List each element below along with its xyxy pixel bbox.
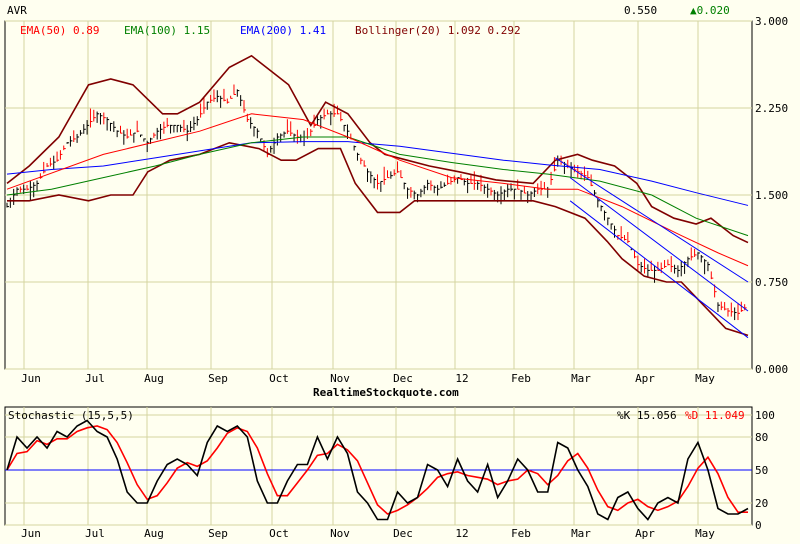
x-tick-label: Aug [144,527,164,540]
y-tick-label: 20 [755,497,768,510]
x-tick-label: Apr [635,372,655,385]
legend-bollinger: Bollinger(20) 1.092 0.292 [355,24,521,37]
x-tick-label: Feb [511,372,531,385]
x-tick-label: Nov [330,527,350,540]
y-tick-label: 2.250 [755,102,788,115]
legend-ema200: EMA(200) 1.41 [240,24,326,37]
y-tick-label: 80 [755,431,768,444]
legend-ema100: EMA(100) 1.15 [124,24,210,37]
x-tick-label: Feb [511,527,531,540]
x-tick-label: Sep [208,372,228,385]
y-tick-label: 0.000 [755,363,788,376]
last-price: 0.550 [624,4,657,17]
stochastic-panel [4,406,753,526]
x-tick-label: Oct [269,372,289,385]
x-tick-label: Nov [330,372,350,385]
x-tick-label: 12 [455,527,468,540]
x-tick-label: Mar [571,372,591,385]
x-tick-label: May [695,527,715,540]
x-tick-label: 12 [455,372,468,385]
y-tick-label: 1.500 [755,189,788,202]
x-tick-label: Aug [144,372,164,385]
y-tick-label: 0.750 [755,276,788,289]
stochastic-title: Stochastic (15,5,5) [8,409,134,422]
legend-ema50: EMA(50) 0.89 [20,24,99,37]
x-tick-label: Apr [635,527,655,540]
y-tick-label: 3.000 [755,15,788,28]
k-value: %K 15.056 [617,409,677,422]
y-tick-label: 50 [755,464,768,477]
price-change: ▲0.020 [690,4,730,17]
x-tick-label: Jun [21,372,41,385]
y-tick-label: 100 [755,409,775,422]
symbol: AVR [7,4,27,17]
y-tick-label: 0 [755,519,762,532]
x-tick-label: Mar [571,527,591,540]
d-value: %D 11.049 [685,409,745,422]
stock-chart: AVR 0.550 ▲0.020 Jun Jul Aug Sep Oct Nov Dec 12… [4,4,788,540]
x-tick-label: Jul [85,372,105,385]
x-tick-label: Jun [21,527,41,540]
x-tick-label: May [695,372,715,385]
x-tick-label: Dec [393,527,413,540]
x-tick-label: Oct [269,527,289,540]
x-tick-label: Sep [208,527,228,540]
x-tick-label: Dec [393,372,413,385]
watermark: RealtimeStockquote.com [313,386,459,399]
x-tick-label: Jul [85,527,105,540]
